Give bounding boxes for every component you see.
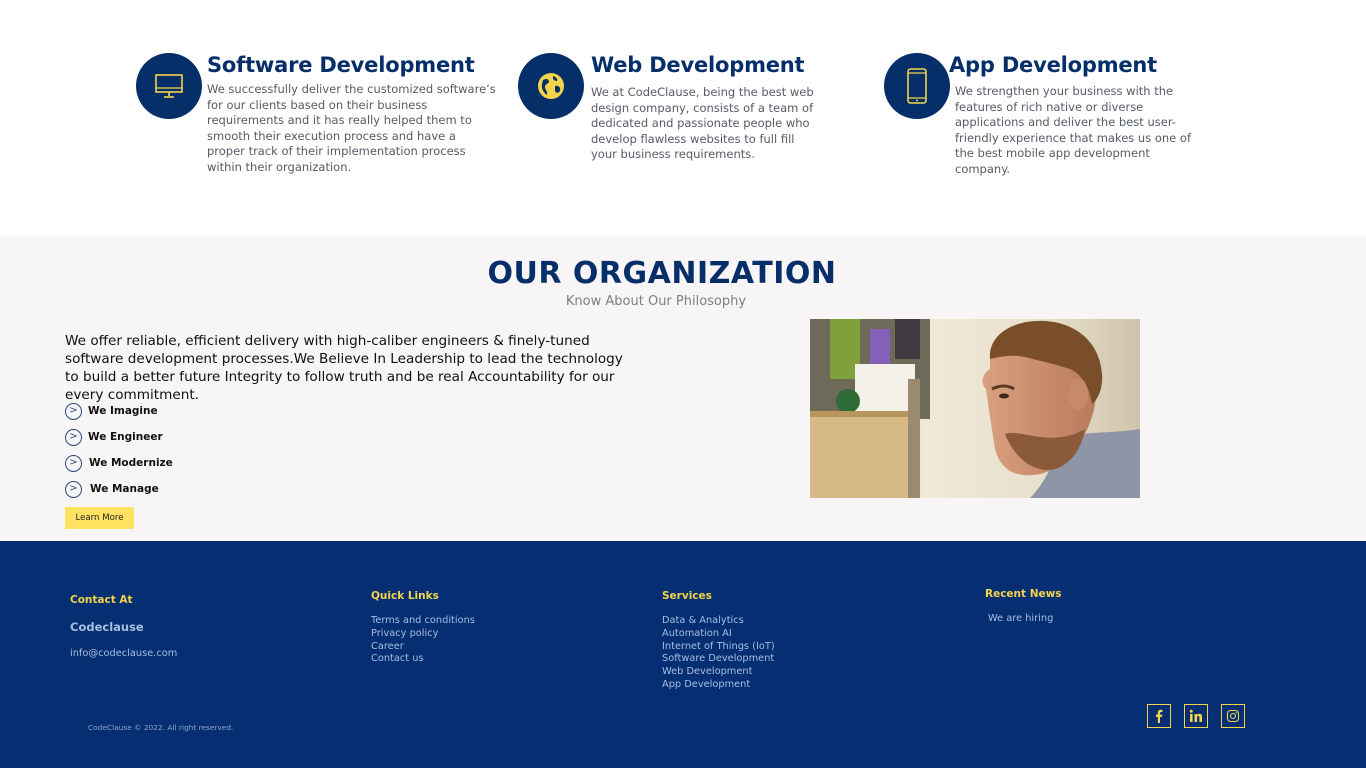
footer-link-service[interactable]: Data & Analytics xyxy=(662,615,744,628)
chevron-right-icon: > xyxy=(65,454,82,472)
footer-link-service[interactable]: Software Development xyxy=(662,653,774,666)
list-item: > We Imagine xyxy=(65,402,158,420)
copyright-text: CodeClause © 2022. All right reserved. xyxy=(88,723,234,732)
globe-icon xyxy=(518,53,584,119)
section-subtitle: Know About Our Philosophy xyxy=(565,294,747,309)
monitor-icon xyxy=(136,53,202,119)
footer-email-link[interactable]: info@codeclause.com xyxy=(70,648,177,661)
list-item-label: We Imagine xyxy=(88,405,158,417)
chevron-right-icon: > xyxy=(65,402,82,420)
philosophy-paragraph: We offer reliable, efficient delivery wi… xyxy=(65,333,623,403)
footer-news-link[interactable]: We are hiring xyxy=(988,613,1053,626)
footer-heading-contact: Contact At xyxy=(70,594,133,606)
facebook-icon[interactable] xyxy=(1147,704,1171,728)
footer-link-privacy[interactable]: Privacy policy xyxy=(371,628,438,641)
footer-link-terms[interactable]: Terms and conditions xyxy=(371,615,475,628)
linkedin-icon[interactable] xyxy=(1184,704,1208,728)
list-item-label: We Manage xyxy=(90,483,159,495)
footer-brand: Codeclause xyxy=(70,620,144,634)
services-section: Software Development We successfully del… xyxy=(0,0,1366,237)
service-title: App Development xyxy=(949,53,1158,77)
list-item-label: We Engineer xyxy=(88,431,163,443)
list-item: > We Modernize xyxy=(65,454,173,472)
service-description: We strengthen your business with the fea… xyxy=(955,84,1191,176)
footer-link-contact[interactable]: Contact us xyxy=(371,653,424,666)
list-item: > We Manage xyxy=(65,480,159,498)
list-item-label: We Modernize xyxy=(89,457,173,469)
footer-link-service[interactable]: App Development xyxy=(662,679,750,692)
service-description: We successfully deliver the customized s… xyxy=(207,82,496,174)
smartphone-icon xyxy=(884,53,950,119)
service-title: Software Development xyxy=(207,53,475,77)
service-title: Web Development xyxy=(591,53,805,77)
list-item: > We Engineer xyxy=(65,428,163,446)
instagram-icon[interactable] xyxy=(1221,704,1245,728)
service-description: We at CodeClause, being the best web des… xyxy=(591,85,814,162)
page: Software Development We successfully del… xyxy=(0,0,1366,768)
footer-link-service[interactable]: Web Development xyxy=(662,666,752,679)
learn-more-button[interactable]: Learn More xyxy=(65,507,134,529)
footer-heading-services: Services xyxy=(662,590,712,602)
footer: Contact At Codeclause info@codeclause.co… xyxy=(0,541,1366,768)
chevron-right-icon: > xyxy=(65,428,82,446)
footer-link-career[interactable]: Career xyxy=(371,641,404,654)
section-title: OUR ORGANIZATION xyxy=(487,256,837,291)
footer-heading-quick-links: Quick Links xyxy=(371,590,439,602)
engineer-photo xyxy=(810,319,1140,498)
chevron-right-icon: > xyxy=(65,480,82,498)
organization-section: OUR ORGANIZATION Know About Our Philosop… xyxy=(0,237,1366,541)
footer-heading-recent-news: Recent News xyxy=(985,588,1062,600)
footer-link-service[interactable]: Automation AI xyxy=(662,628,732,641)
footer-link-service[interactable]: Internet of Things (IoT) xyxy=(662,641,775,654)
